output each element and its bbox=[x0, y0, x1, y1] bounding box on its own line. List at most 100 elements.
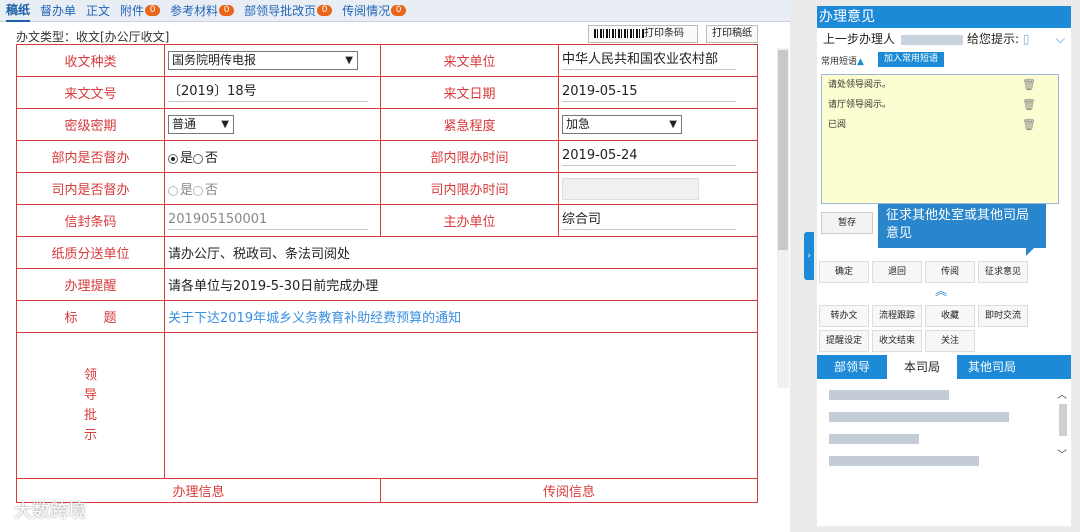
field-cell bbox=[558, 172, 758, 205]
collapse-panel-button[interactable]: › bbox=[804, 232, 814, 280]
transfer-button[interactable]: 转办文 bbox=[819, 305, 869, 327]
tab-body[interactable]: 正文 bbox=[86, 0, 110, 22]
phrase-item[interactable]: 已阅 🗑 bbox=[822, 115, 1058, 135]
tooltip: 征求其他处室或其他司局意见 bbox=[878, 204, 1046, 256]
field-label: 来文单位 bbox=[380, 44, 559, 77]
instant-chat-button[interactable]: 即时交流 bbox=[978, 305, 1028, 327]
tab-leader-revision[interactable]: 部领导批改页 0 bbox=[244, 0, 333, 22]
recipient-list[interactable] bbox=[829, 390, 1059, 490]
previous-handler-name bbox=[901, 34, 964, 45]
double-chevron-up-icon[interactable]: ︽ bbox=[935, 282, 947, 299]
tab-circulation[interactable]: 传阅情况 0 bbox=[342, 0, 407, 22]
supervise-yes-radio[interactable] bbox=[168, 153, 178, 164]
copy-icon[interactable]: ▯ bbox=[1023, 32, 1030, 46]
confirm-button[interactable]: 确定 bbox=[819, 261, 869, 283]
phrase-item[interactable]: 请处领导阅示。 🗑 bbox=[822, 75, 1058, 95]
opinion-textarea[interactable]: 请处领导阅示。 🗑 请厅领导阅示。 🗑 已阅 🗑 bbox=[821, 74, 1059, 204]
radio-label: 否 bbox=[205, 151, 219, 166]
field-cell: 普通 ▼ bbox=[164, 108, 381, 141]
chevron-down-icon[interactable]: ﹀ bbox=[1057, 446, 1067, 461]
leader-instruction-text: 领 导 批 示 bbox=[83, 367, 97, 443]
tab-supervision[interactable]: 督办单 bbox=[40, 0, 76, 22]
tab-this-bureau[interactable]: 本司局 bbox=[887, 355, 957, 379]
trash-icon[interactable]: 🗑 bbox=[1022, 115, 1036, 135]
temp-save-button[interactable]: 暂存 bbox=[821, 212, 873, 234]
select-value: 普通 bbox=[172, 117, 197, 131]
trash-icon[interactable]: 🗑 bbox=[1022, 95, 1036, 115]
circulate-button[interactable]: 传阅 bbox=[925, 261, 975, 283]
manuscript-form: 收文种类 国务院明传电报 ▼ 来文单位 中华人民共和国农业农村部 来文文号 〔20… bbox=[16, 44, 758, 503]
tab-attachments[interactable]: 附件 0 bbox=[120, 0, 161, 22]
recv-type-select[interactable]: 国务院明传电报 ▼ bbox=[168, 51, 358, 70]
tab-reference[interactable]: 参考材料 0 bbox=[170, 0, 235, 22]
leader-instruction-label: 领 导 批 示 bbox=[16, 332, 165, 479]
action-row-1: 确定 退回 传阅 征求意见 bbox=[819, 261, 1031, 283]
chevron-down-icon: ▼ bbox=[221, 119, 229, 130]
supervise-no-radio[interactable] bbox=[193, 153, 204, 164]
select-value: 加急 bbox=[566, 117, 591, 131]
field-label: 收文种类 bbox=[16, 44, 165, 77]
tab-label: 参考材料 bbox=[170, 4, 219, 18]
field-label: 来文日期 bbox=[380, 76, 559, 109]
doc-date-input[interactable]: 2019-05-15 bbox=[562, 83, 736, 102]
count-badge: 0 bbox=[145, 5, 161, 16]
count-badge: 0 bbox=[219, 5, 235, 16]
scrollbar-thumb[interactable] bbox=[778, 50, 788, 250]
doc-number-input[interactable]: 〔2019〕18号 bbox=[168, 83, 368, 102]
tab-other-bureaus[interactable]: 其他司局 bbox=[957, 355, 1027, 379]
list-item bbox=[829, 412, 1009, 422]
leader-instruction-area bbox=[164, 332, 758, 479]
phrase-text: 请厅领导阅示。 bbox=[828, 100, 892, 110]
list-item bbox=[829, 434, 919, 444]
table-row: 办理信息 传阅信息 bbox=[16, 478, 758, 503]
table-row: 密级密期 普通 ▼ 紧急程度 加急 ▼ bbox=[16, 108, 758, 141]
envelope-barcode-value: 201905150001 bbox=[168, 211, 368, 230]
flow-tracking-button[interactable]: 流程跟踪 bbox=[872, 305, 922, 327]
add-phrase-button[interactable]: 加入常用短语 bbox=[878, 52, 945, 67]
common-phrase-row: 常用短语▲ 加入常用短语 bbox=[817, 50, 1071, 70]
field-cell: 中华人民共和国农业农村部 bbox=[558, 44, 758, 77]
reminder-setting-button[interactable]: 提醒设定 bbox=[819, 330, 869, 352]
chevron-up-icon[interactable]: ︿ bbox=[1057, 386, 1067, 401]
chevron-right-icon: › bbox=[807, 251, 811, 261]
vertical-scrollbar[interactable] bbox=[777, 48, 789, 388]
radio-label: 是 bbox=[180, 151, 194, 166]
table-row: 司内是否督办 是否 司内限办时间 bbox=[16, 172, 758, 205]
field-label: 部内是否督办 bbox=[16, 140, 165, 173]
tab-label: 传阅情况 bbox=[342, 4, 391, 18]
field-label: 办理提醒 bbox=[16, 268, 165, 301]
list-scrollbar[interactable]: ︿ ﹀ bbox=[1057, 386, 1069, 476]
solicit-opinion-button[interactable]: 征求意见 bbox=[978, 261, 1028, 283]
field-label: 信封条码 bbox=[16, 204, 165, 237]
chevron-down-icon: ▼ bbox=[345, 55, 353, 66]
phrase-item[interactable]: 请厅领导阅示。 🗑 bbox=[822, 95, 1058, 115]
urgency-select[interactable]: 加急 ▼ bbox=[562, 115, 682, 134]
tab-manuscript[interactable]: 稿纸 bbox=[6, 0, 31, 22]
main-unit-input[interactable]: 综合司 bbox=[562, 211, 736, 230]
doc-type-text: 办文类型：收文[办公厅收文] bbox=[16, 30, 170, 44]
return-button[interactable]: 退回 bbox=[872, 261, 922, 283]
field-cell: 201905150001 bbox=[164, 204, 381, 237]
watermark-logo: 大数跨境 bbox=[14, 501, 86, 522]
tab-ministry-leaders[interactable]: 部领导 bbox=[817, 355, 887, 379]
scrollbar-thumb[interactable] bbox=[1059, 404, 1067, 436]
tab-label: 附件 bbox=[120, 4, 145, 18]
bureau-yes-radio bbox=[168, 185, 178, 196]
document-title-link[interactable]: 关于下达2019年城乡义务教育补助经费预算的通知 bbox=[164, 300, 758, 333]
opinion-panel: 办理意见 上一步办理人 给您提示: ▯ ⌵ 常用短语▲ 加入常用短语 请处领导阅… bbox=[817, 6, 1071, 526]
favorite-button[interactable]: 收藏 bbox=[925, 305, 975, 327]
print-barcode-button[interactable]: 打印条码 bbox=[588, 25, 698, 43]
table-row: 标 题 关于下达2019年城乡义务教育补助经费预算的通知 bbox=[16, 300, 758, 333]
follow-button[interactable]: 关注 bbox=[925, 330, 975, 352]
chevron-down-icon[interactable]: ⌵ bbox=[1056, 28, 1065, 50]
field-label: 标 题 bbox=[16, 300, 165, 333]
end-receive-button[interactable]: 收文结束 bbox=[872, 330, 922, 352]
secret-level-select[interactable]: 普通 ▼ bbox=[168, 115, 234, 134]
field-cell: 2019-05-15 bbox=[558, 76, 758, 109]
common-phrase-toggle[interactable]: 常用短语▲ bbox=[821, 54, 864, 67]
tab-label: 正文 bbox=[86, 4, 111, 18]
from-unit-input[interactable]: 中华人民共和国农业农村部 bbox=[562, 51, 736, 70]
print-manuscript-button[interactable]: 打印稿纸 bbox=[706, 25, 758, 43]
trash-icon[interactable]: 🗑 bbox=[1022, 75, 1036, 95]
dept-deadline-input[interactable]: 2019-05-24 bbox=[562, 147, 736, 166]
